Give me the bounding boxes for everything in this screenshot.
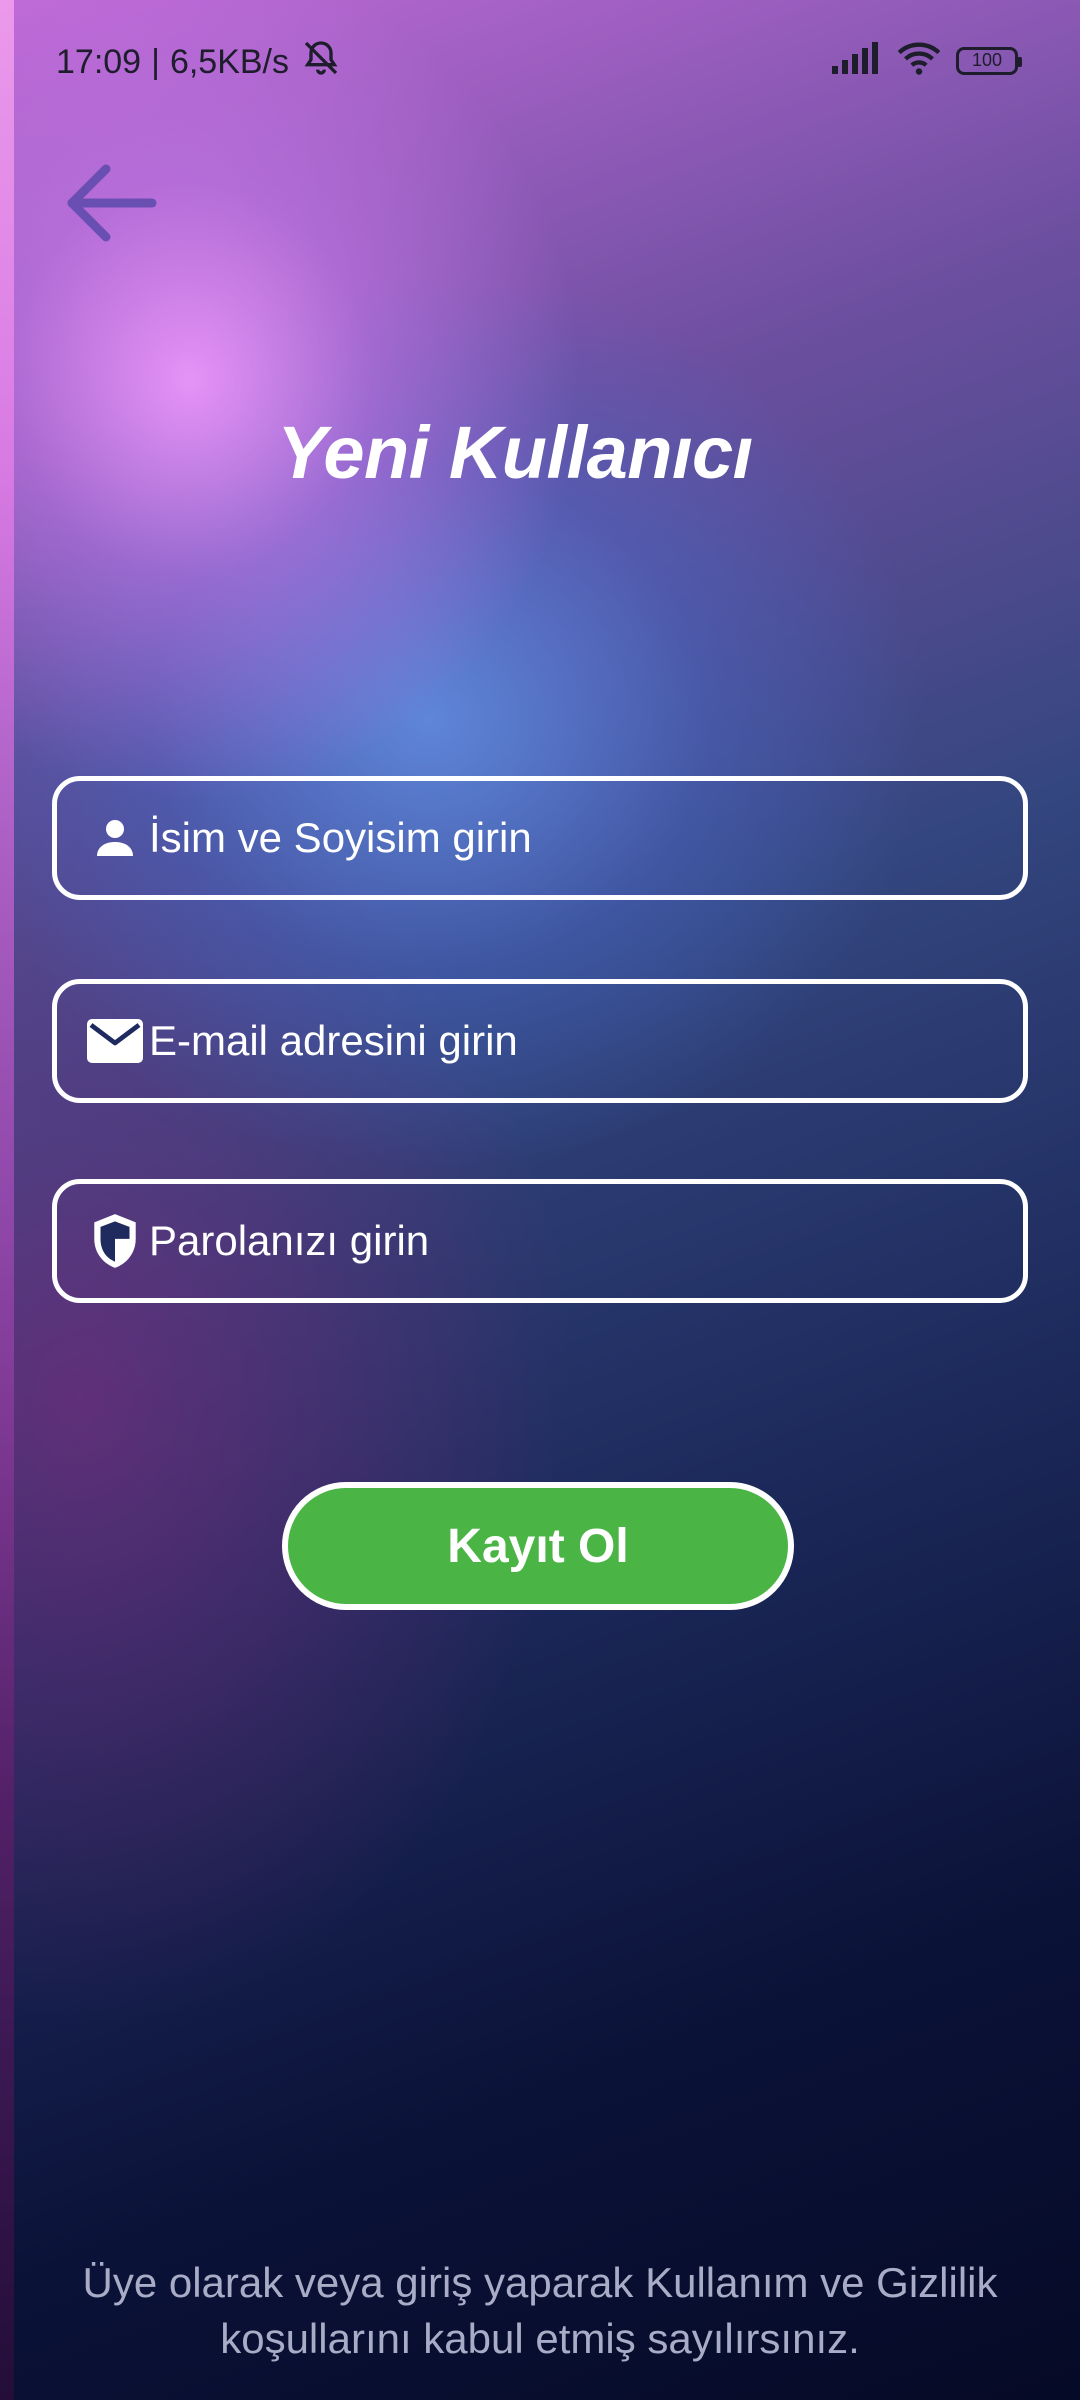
name-placeholder: İsim ve Soyisim girin xyxy=(149,814,532,861)
left-edge-glow xyxy=(0,0,14,2400)
wifi-icon xyxy=(896,40,942,81)
password-field[interactable]: Parolanızı girin xyxy=(52,1179,1028,1303)
terms-text: Üye olarak veya giriş yaparak Kullanım v… xyxy=(20,2255,1060,2367)
register-button[interactable]: Kayıt Ol xyxy=(282,1482,794,1610)
status-bar: 17:09 | 6,5KB/s 100 xyxy=(0,0,1080,120)
name-field[interactable]: İsim ve Soyisim girin xyxy=(52,776,1028,900)
status-left: 17:09 | 6,5KB/s xyxy=(56,38,343,87)
shield-icon xyxy=(87,1213,143,1269)
status-time: 17:09 xyxy=(56,43,142,81)
terms-line-2: koşullarını kabul etmiş sayılırsınız. xyxy=(220,2315,860,2362)
terms-line-1: Üye olarak veya giriş yaparak Kullanım v… xyxy=(82,2259,998,2306)
battery-level: 100 xyxy=(971,50,1003,70)
bell-off-icon xyxy=(299,38,343,87)
email-placeholder: E-mail adresini girin xyxy=(149,1017,518,1064)
person-icon xyxy=(87,810,143,866)
status-right: 100 xyxy=(832,40,1022,81)
battery-icon: 100 xyxy=(956,46,1022,75)
signal-icon xyxy=(832,42,882,79)
status-network-speed: 6,5KB/s xyxy=(169,43,290,81)
email-field[interactable]: E-mail adresini girin xyxy=(52,979,1028,1103)
envelope-icon xyxy=(87,1013,143,1069)
status-separator: | xyxy=(151,43,160,81)
back-button[interactable] xyxy=(60,160,160,250)
page-title: Yeni Kullanıcı xyxy=(277,411,753,494)
arrow-left-icon xyxy=(62,161,158,250)
password-placeholder: Parolanızı girin xyxy=(149,1217,430,1264)
